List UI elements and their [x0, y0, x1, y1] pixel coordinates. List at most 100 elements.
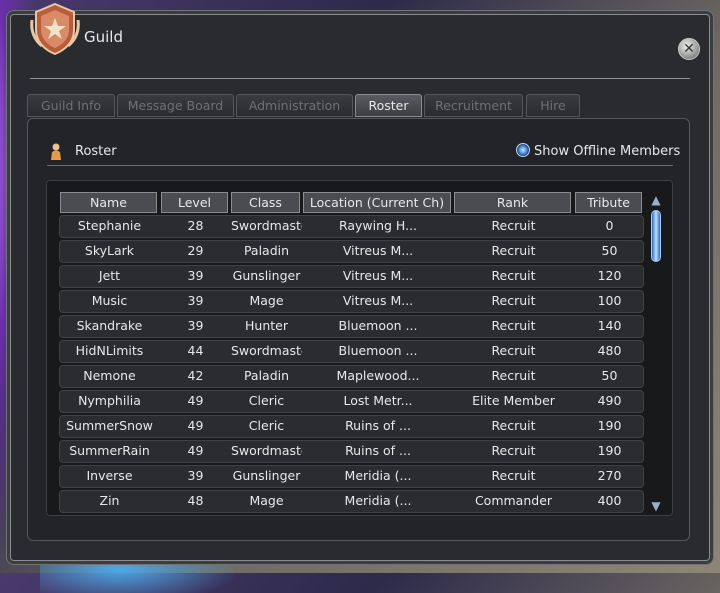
cell-location: Lost Metr... [343, 393, 413, 408]
cell-tribute: 50 [601, 243, 618, 258]
roster-heading: Roster [75, 144, 117, 159]
table-row[interactable]: HidNLimits 44 Swordmaster Bluemoon ... Recru… [59, 340, 644, 363]
table-row[interactable]: Nemone 42 Paladin Maplewood... Recruit 50 [59, 365, 644, 388]
table-row[interactable]: SummerSnow 49 Cleric Ruins of ... Recruit 190 [59, 415, 644, 438]
show-offline-label: Show Offline Members [534, 144, 681, 159]
cell-name: Zin [99, 493, 120, 508]
cell-name: Stephanie [77, 218, 142, 233]
cell-location: Meridia (... [344, 493, 412, 508]
cell-tribute: 190 [597, 418, 622, 433]
tab-label: Roster [368, 98, 409, 113]
close-icon: ✕ [683, 41, 695, 57]
header-label: Name [90, 195, 127, 210]
cell-level: 49 [187, 393, 204, 408]
cell-tribute: 140 [597, 318, 622, 333]
tab-message-board[interactable]: Message Board [117, 94, 234, 117]
tab-label: Hire [540, 98, 566, 113]
cell-name: Nemone [83, 368, 136, 383]
guild-emblem-icon [30, 2, 80, 56]
tab-roster[interactable]: Roster [355, 94, 422, 117]
header-label: Location (Current Ch) [309, 195, 445, 210]
cell-level: 29 [187, 243, 204, 258]
cell-tribute: 0 [605, 218, 614, 233]
header-label: Tribute [587, 195, 630, 210]
cell-rank: Recruit [491, 243, 536, 258]
cell-location: Bluemoon ... [338, 318, 418, 333]
scrollbar-thumb[interactable] [651, 210, 661, 262]
cell-name: SummerSnow [66, 418, 153, 433]
cell-rank: Recruit [491, 418, 536, 433]
cell-name: SkyLark [84, 243, 135, 258]
cell-location: Maplewood... [336, 368, 420, 383]
column-header-location[interactable]: Location (Current Ch) [303, 192, 451, 213]
header-label: Rank [496, 195, 529, 210]
column-header-level[interactable]: Level [161, 192, 228, 213]
cell-tribute: 190 [597, 443, 622, 458]
cell-rank: Commander [474, 493, 553, 508]
cell-name: Nymphilia [78, 393, 141, 408]
cell-class: Hunter [245, 318, 288, 333]
cell-name: Skandrake [76, 318, 143, 333]
tab-recruitment[interactable]: Recruitment [424, 94, 523, 117]
cell-rank: Recruit [491, 343, 536, 358]
table-row[interactable]: SkyLark 29 Paladin Vitreus M... Recruit 50 [59, 240, 644, 263]
roster-scrollbar[interactable]: ▲ ▼ [649, 192, 663, 514]
cell-tribute: 120 [597, 268, 622, 283]
cell-location: Vitreus M... [342, 268, 414, 283]
cell-class: Mage [249, 493, 284, 508]
table-row[interactable]: Jett 39 Gunslinger Vitreus M... Recruit 120 [59, 265, 644, 288]
roster-divider [47, 165, 673, 166]
cell-level: 42 [187, 368, 204, 383]
tab-hire[interactable]: Hire [526, 94, 580, 117]
table-row[interactable]: Stephanie 28 Swordmaster Raywing H... Recrui… [59, 215, 644, 238]
scroll-down-arrow-icon[interactable]: ▼ [649, 498, 663, 514]
table-row[interactable]: SummerRain 49 Swordmaster Ruins of ... Recru… [59, 440, 644, 463]
cell-rank: Recruit [491, 443, 536, 458]
cell-location: Ruins of ... [345, 418, 411, 433]
tab-administration[interactable]: Administration [236, 94, 353, 117]
column-header-rank[interactable]: Rank [454, 192, 571, 213]
cell-level: 39 [187, 318, 204, 333]
cell-rank: Recruit [491, 468, 536, 483]
cell-tribute: 100 [597, 293, 622, 308]
scroll-up-arrow-icon[interactable]: ▲ [649, 192, 663, 208]
table-row[interactable]: Nymphilia 49 Cleric Lost Metr... Elite Membe… [59, 390, 644, 413]
cell-location: Vitreus M... [342, 293, 414, 308]
cell-tribute: 480 [597, 343, 622, 358]
cell-level: 39 [187, 293, 204, 308]
cell-location: Ruins of ... [345, 443, 411, 458]
header-label: Level [178, 195, 211, 210]
show-offline-members-toggle[interactable]: Show Offline Members [516, 143, 680, 159]
cell-level: 28 [187, 218, 204, 233]
column-header-name[interactable]: Name [60, 192, 157, 213]
tab-label: Recruitment [435, 98, 512, 113]
table-row[interactable]: Music 39 Mage Vitreus M... Recruit 100 [59, 290, 644, 313]
cell-rank: Recruit [491, 368, 536, 383]
tab-guild-info[interactable]: Guild Info [27, 94, 115, 117]
cell-class: Swordmaster [231, 343, 302, 358]
cell-class: Paladin [243, 243, 290, 258]
table-row[interactable]: Inverse 39 Gunslinger Meridia (... Recruit 27… [59, 465, 644, 488]
cell-name: Jett [98, 268, 121, 283]
cell-tribute: 400 [597, 493, 622, 508]
radio-checked-icon [516, 143, 530, 157]
column-header-class[interactable]: Class [231, 192, 300, 213]
cell-class: Mage [249, 293, 284, 308]
cell-level: 44 [187, 343, 204, 358]
cell-name: Inverse [86, 468, 133, 483]
cell-class: Gunslinger [232, 468, 301, 483]
close-button[interactable]: ✕ [678, 38, 700, 60]
table-row[interactable]: Skandrake 39 Hunter Bluemoon ... Recruit 140 [59, 315, 644, 338]
tab-label: Guild Info [40, 98, 102, 113]
table-row[interactable]: Zin 48 Mage Meridia (... Commander 400 [59, 490, 644, 513]
cell-level: 49 [187, 443, 204, 458]
cell-tribute: 490 [597, 393, 622, 408]
cell-name: Music [91, 293, 128, 308]
cell-class: Paladin [243, 368, 290, 383]
column-header-tribute[interactable]: Tribute [575, 192, 642, 213]
cell-name: HidNLimits [75, 343, 144, 358]
cell-class: Swordmaster [231, 218, 302, 233]
cell-rank: Recruit [491, 293, 536, 308]
cell-rank: Recruit [491, 218, 536, 233]
cell-class: Swordmaster [231, 443, 302, 458]
